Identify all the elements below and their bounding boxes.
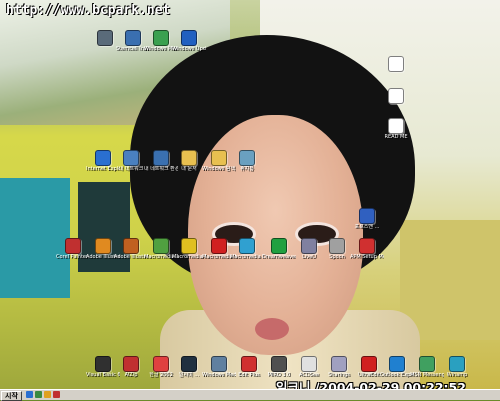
app-icon: [211, 238, 227, 254]
taskbar: 시작: [0, 389, 500, 401]
network-icon: [123, 150, 139, 166]
desktop-icon[interactable]: [379, 56, 413, 72]
desktop-icon[interactable]: 내 문서: [172, 150, 206, 172]
desktop-icon[interactable]: Macromedia FreeHand: [230, 238, 264, 260]
app-icon: [449, 356, 465, 372]
app-icon: [95, 238, 111, 254]
media-player-icon: [211, 356, 227, 372]
app-icon: [329, 238, 345, 254]
desktop-icon[interactable]: Adobe Illustrator 10: [114, 238, 148, 260]
desktop-icon-label: 휴지통: [240, 166, 254, 172]
app-icon: [389, 356, 405, 372]
app-icon: [271, 356, 287, 372]
desktop-icon-label: Dreamweaver: [262, 254, 296, 260]
desktop-icon[interactable]: Macromedia Fireworks: [172, 238, 206, 260]
watermark-url: http://www.bcpark.net: [6, 3, 171, 18]
desktop-icon-label: Macromedia Fireworks: [172, 254, 206, 260]
desktop-icon[interactable]: 내 네트워크: [114, 150, 148, 172]
app-icon: [239, 238, 255, 254]
wallpaper-lips: [255, 318, 289, 340]
desktop-icon[interactable]: Outlook Express: [380, 356, 414, 378]
app-icon: [65, 238, 81, 254]
desktop-icon-label: 내 문서: [181, 166, 197, 172]
desktop-icon[interactable]: 알씨미 ...: [172, 356, 206, 378]
quick-launch-desktop-icon[interactable]: [35, 391, 42, 398]
app-icon: [359, 238, 375, 254]
desktop-icon[interactable]: Corel Painter 8: [56, 238, 90, 260]
desktop-icon[interactable]: Windows Media Player: [202, 356, 236, 378]
app-icon: [361, 356, 377, 372]
desktop-icon[interactable]: Edit Plus: [232, 356, 266, 378]
desktop-icon[interactable]: Spoon: [320, 238, 354, 260]
desktop-icon[interactable]: Sharings: [322, 356, 356, 378]
app-icon: [125, 30, 141, 46]
app-icon: [97, 30, 113, 46]
desktop-icon-label: Windows Update: [172, 46, 206, 52]
quick-launch-app-icon[interactable]: [53, 391, 60, 398]
network-icon: [153, 150, 169, 166]
app-icon: [331, 356, 347, 372]
app-icon: [419, 356, 435, 372]
desktop-icon[interactable]: Winamp: [440, 356, 474, 378]
app-icon: [153, 238, 169, 254]
photo-timestamp-overlay: 일크니 /2004-02-29 00:22:52: [276, 380, 466, 389]
app-icon: [241, 356, 257, 372]
desktop-icon[interactable]: Dreamweaver: [262, 238, 296, 260]
app-icon: [181, 238, 197, 254]
desktop-icon-label: AlZip: [124, 372, 138, 378]
desktop-icon[interactable]: MSN Messenger: [410, 356, 444, 378]
recycle-bin-icon: [239, 150, 255, 166]
desktop-icon-label: 알씨미 ...: [178, 372, 200, 378]
app-icon: [301, 356, 317, 372]
app-icon: [271, 238, 287, 254]
desktop-icon-label: 포토스앤 ...: [354, 224, 380, 230]
document-icon: [388, 88, 404, 104]
app-icon: [181, 356, 197, 372]
messenger-icon: [153, 30, 169, 46]
document-icon: [388, 56, 404, 72]
app-icon: [123, 238, 139, 254]
desktop-icon-label: Macromedia FreeHand: [230, 254, 264, 260]
desktop-icon-label: READ ME: [384, 134, 408, 140]
app-icon: [301, 238, 317, 254]
app-icon: [359, 208, 375, 224]
desktop-icon[interactable]: Windows Update: [172, 30, 206, 52]
wallpaper-vending-right: [400, 220, 500, 340]
desktop-icon-label: Spoon: [329, 254, 345, 260]
desktop-icon[interactable]: 포토스앤 ...: [350, 208, 384, 230]
app-icon: [95, 356, 111, 372]
desktop-icon-label: Windows Media Player: [202, 372, 236, 378]
document-icon: [388, 118, 404, 134]
desktop-icon-label: APM Setup Monitor: [350, 254, 384, 260]
folder-icon: [181, 150, 197, 166]
desktop-icon[interactable]: ACDSee: [292, 356, 326, 378]
desktop-icon[interactable]: APM Setup Monitor: [350, 238, 384, 260]
desktop-icon[interactable]: 휴지통: [230, 150, 264, 172]
desktop-icon[interactable]: [379, 88, 413, 104]
app-icon: [123, 356, 139, 372]
start-button-label: 시작: [5, 392, 18, 400]
explorer-icon: [211, 150, 227, 166]
ie-icon: [95, 150, 111, 166]
update-icon: [181, 30, 197, 46]
desktop-icon-label: Corel Painter 8: [56, 254, 90, 260]
app-icon: [153, 356, 169, 372]
desktop-icon-label: 내 네트워크: [118, 166, 144, 172]
desktop-icon[interactable]: READ ME: [379, 118, 413, 140]
quick-launch-media-icon[interactable]: [44, 391, 51, 398]
quick-launch-ie-icon[interactable]: [26, 391, 33, 398]
desktop-icon-label: Adobe Illustrator 10: [114, 254, 148, 260]
desktop: http://www.bcpark.net Stemcell Installer…: [0, 0, 500, 389]
desktop-icon-label: Edit Plus: [238, 372, 260, 378]
desktop-icon[interactable]: MIRO 3.0: [262, 356, 296, 378]
desktop-icon[interactable]: AlZip: [114, 356, 148, 378]
